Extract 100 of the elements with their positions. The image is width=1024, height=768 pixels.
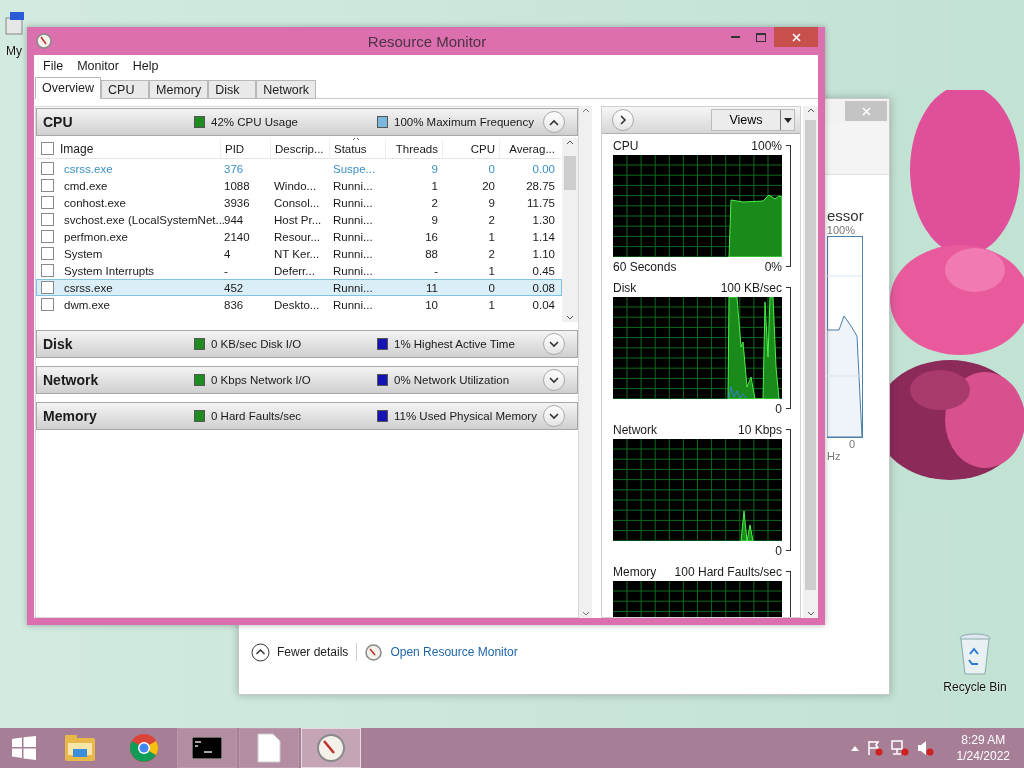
scroll-down-icon: [581, 611, 590, 616]
column-header[interactable]: CPU: [442, 139, 499, 158]
expand-button[interactable]: [612, 109, 634, 131]
expand-button[interactable]: [543, 369, 565, 391]
table-cell-text: Runni...: [332, 298, 374, 311]
table-cell-text: Runni...: [332, 230, 374, 243]
graph-max-label: 100 KB/sec: [720, 280, 782, 295]
column-header[interactable]: Threads: [385, 139, 442, 158]
clock-date: 1/24/2022: [956, 748, 1010, 764]
select-all-checkbox[interactable]: [41, 142, 54, 155]
section-title: Disk: [43, 336, 74, 352]
scrollbar[interactable]: [579, 106, 592, 618]
graph-title: CPU: [613, 138, 639, 153]
taskbar-button[interactable]: [177, 728, 237, 768]
table-cell-text: 2: [487, 247, 496, 260]
row-checkbox[interactable]: [41, 230, 54, 243]
expand-button[interactable]: [543, 405, 565, 427]
row-checkbox[interactable]: [41, 264, 54, 277]
table-cell-text: cmd.exe: [63, 179, 109, 192]
stat-label: 0% Network Utilization: [394, 374, 510, 386]
table-cell-text: 1.30: [531, 213, 556, 226]
table-cell-text: -: [223, 264, 229, 277]
process-row[interactable]: System Interrupts - Deferr... Runni... - 1 0.45: [36, 262, 562, 279]
expand-button[interactable]: [543, 333, 565, 355]
row-checkbox[interactable]: [41, 281, 54, 294]
tab[interactable]: Overview: [35, 77, 102, 99]
column-header[interactable]: Descrip...: [270, 139, 329, 158]
row-checkbox[interactable]: [41, 247, 54, 260]
maximize-icon: [756, 32, 766, 42]
collapse-button[interactable]: [543, 111, 565, 133]
table-cell-text: 88: [424, 247, 439, 260]
column-header[interactable]: Status: [329, 139, 385, 158]
column-header[interactable]: Image: [60, 141, 94, 156]
close-button[interactable]: [774, 27, 818, 47]
table-cell-text: 4: [223, 247, 232, 260]
graph-max-label: 100%: [751, 138, 782, 153]
table-cell-text: 1: [487, 298, 496, 311]
table-cell-text: 0: [487, 281, 496, 294]
table-cell-text: System Interrupts: [63, 264, 156, 277]
console-icon: [192, 737, 222, 759]
column-header[interactable]: Averag...: [499, 139, 559, 158]
table-cell-text: 9: [487, 196, 496, 209]
fewer-details-button[interactable]: Fewer details: [251, 642, 349, 662]
open-resource-monitor-link[interactable]: Open Resource Monitor: [390, 645, 518, 659]
graph-span-label: 60 Seconds: [613, 259, 677, 274]
row-checkbox[interactable]: [41, 179, 54, 192]
table-cell-text: 2140: [223, 230, 251, 243]
tab[interactable]: Disk: [208, 80, 257, 99]
tab[interactable]: Memory: [149, 80, 209, 99]
process-row[interactable]: csrss.exe 376 Suspe... 9 0 0.00: [36, 160, 562, 177]
menu-item[interactable]: Monitor: [70, 59, 126, 73]
clock-time: 8:29 AM: [961, 732, 1006, 748]
process-row[interactable]: svchost.exe (LocalSystemNet...944 Host Pr... Runni... 9 2 1.30: [36, 211, 562, 228]
process-row[interactable]: dwm.exe 836 Deskto... Runni... 10 1 0.04: [36, 296, 562, 313]
window-title: Resource Monitor: [366, 32, 488, 50]
stat-label: 11% Used Physical Memory: [394, 410, 537, 422]
scrollbar-thumb[interactable]: [564, 156, 576, 190]
icon-label: My: [6, 44, 22, 58]
row-checkbox[interactable]: [41, 196, 54, 209]
process-row[interactable]: conhost.exe 3936 Consol... Runni... 2 9 11.75: [36, 194, 562, 211]
section-title: Network: [43, 372, 100, 388]
table-cell-text: csrss.exe: [63, 281, 114, 294]
scrollbar[interactable]: [803, 106, 818, 618]
process-row[interactable]: System 4 NT Ker... Runni... 88 2 1.10: [36, 245, 562, 262]
process-row[interactable]: cmd.exe 1088 Windo... Runni... 1 20 28.75: [36, 177, 562, 194]
tab[interactable]: CPU: [101, 80, 150, 99]
scrollbar-thumb[interactable]: [805, 120, 816, 590]
table-cell-text: 9: [430, 162, 439, 175]
views-dropdown[interactable]: Views: [711, 109, 795, 131]
table-cell-text: 836: [223, 298, 245, 311]
process-row[interactable]: csrss.exe 452 Runni... 11 0 0.08: [36, 279, 562, 296]
table-cell-text: 11.75: [526, 196, 556, 209]
process-row[interactable]: perfmon.exe 2140 Resour... Runni... 16 1 1.14: [36, 228, 562, 245]
column-header[interactable]: PID: [220, 139, 270, 158]
row-checkbox[interactable]: [41, 162, 54, 175]
menu-item[interactable]: Help: [125, 59, 166, 73]
scrollbar[interactable]: [562, 138, 578, 322]
scroll-down-icon: [806, 611, 815, 616]
gauge-icon: [316, 733, 346, 763]
tab[interactable]: Network: [256, 80, 317, 99]
network-icon: [890, 740, 909, 756]
menu-item[interactable]: File: [36, 59, 71, 73]
scroll-up-icon: [566, 140, 574, 145]
scroll-up-icon: [581, 108, 590, 113]
table-cell-text: Suspe...: [332, 162, 377, 175]
document-icon: [257, 733, 281, 763]
row-checkbox[interactable]: [41, 213, 54, 226]
folder-icon: [64, 733, 96, 763]
minimize-icon: [730, 36, 740, 38]
table-cell-text: 0.45: [531, 264, 556, 277]
chevron-up-icon: [251, 642, 270, 662]
row-checkbox[interactable]: [41, 298, 54, 311]
table-cell-text: 2: [430, 196, 439, 209]
scroll-down-icon: [566, 315, 574, 320]
section-title: CPU: [43, 114, 74, 130]
stat-label: 42% CPU Usage: [211, 116, 298, 128]
caret-up-icon: [850, 745, 859, 751]
graph-title: Disk: [613, 280, 637, 295]
table-cell-text: Consol...: [273, 196, 321, 209]
close-icon: [791, 32, 801, 42]
